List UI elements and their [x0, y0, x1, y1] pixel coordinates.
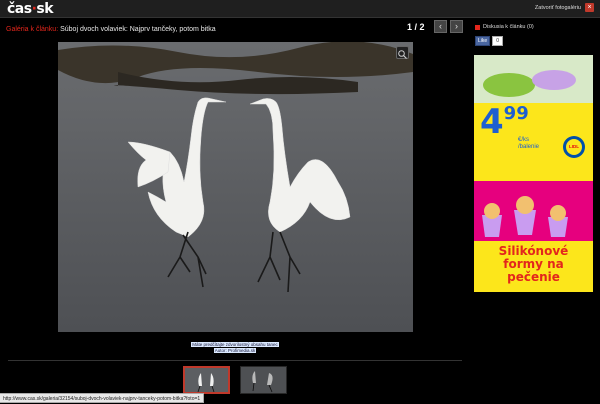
ad-headline: Silikónové formy na pečenie — [498, 244, 569, 284]
ad-price-sub: /balenie — [518, 144, 540, 150]
zoom-icon[interactable] — [396, 46, 409, 59]
close-gallery-label: Zatvoriť fotogalériu — [534, 4, 581, 11]
photo-caption: Máte predčítajte zdvorilostný obsahu tan… — [150, 342, 320, 354]
discussion-link[interactable]: Diskusia k článku (0) — [475, 24, 534, 30]
ad-price-decimal: 99 — [503, 103, 529, 124]
top-bar: čas·sk Zatvoriť fotogalériu × — [0, 0, 600, 18]
discussion-label: Diskusia k článku (0) — [483, 24, 534, 30]
next-photo-button[interactable]: › — [450, 20, 463, 33]
photo-counter: 1 / 2 — [407, 22, 425, 32]
cas-sk-logo[interactable]: čas·sk — [7, 0, 54, 18]
facebook-like-count: 0 — [492, 36, 503, 46]
comment-icon — [475, 24, 480, 30]
thumbnail-2[interactable] — [240, 366, 287, 394]
facebook-like-button[interactable]: Like — [475, 36, 491, 46]
main-photo[interactable] — [58, 42, 413, 332]
lidl-logo: LIDL — [569, 144, 579, 149]
egrets-photo — [58, 42, 413, 332]
close-icon[interactable]: × — [585, 3, 594, 12]
magnifier-glyph — [398, 50, 407, 59]
thumbnail-1[interactable] — [183, 366, 230, 394]
gallery-title-row: Galéria k článku: Súboj dvoch volaviek: … — [6, 23, 466, 37]
facebook-like-widget[interactable]: Like 0 — [475, 36, 503, 46]
ad-price-main: 4 — [480, 102, 504, 142]
thumbnail-2-image — [241, 367, 286, 393]
ad-price-unit-block: €/ks /balenie — [518, 137, 539, 151]
browser-status-bar: http://www.cas.sk/galeria/32154/suboj-dv… — [0, 393, 205, 403]
logo-suffix: sk — [36, 1, 54, 17]
gallery-title: Súboj dvoch volaviek: Najprv tančeky, po… — [60, 26, 216, 33]
thumbnail-1-image — [185, 368, 228, 392]
close-gallery-button[interactable]: Zatvoriť fotogalériu × — [535, 3, 594, 12]
prev-photo-button[interactable]: ‹ — [434, 20, 447, 33]
logo-text: čas — [7, 1, 32, 17]
ad-price: 499 — [480, 102, 529, 142]
ad-price-unit: €/ks — [518, 137, 530, 143]
gallery-article-link[interactable]: Galéria k článku: — [6, 26, 58, 33]
thumbnail-separator — [8, 360, 462, 361]
caption-author[interactable]: Autor: Profimedia.sk — [213, 348, 257, 353]
lidl-advertisement[interactable]: 499 €/ks /balenie LIDL Silikónové formy … — [474, 55, 593, 292]
caption-text: Máte predčítajte zdvorilostný obsahu tan… — [191, 342, 279, 347]
